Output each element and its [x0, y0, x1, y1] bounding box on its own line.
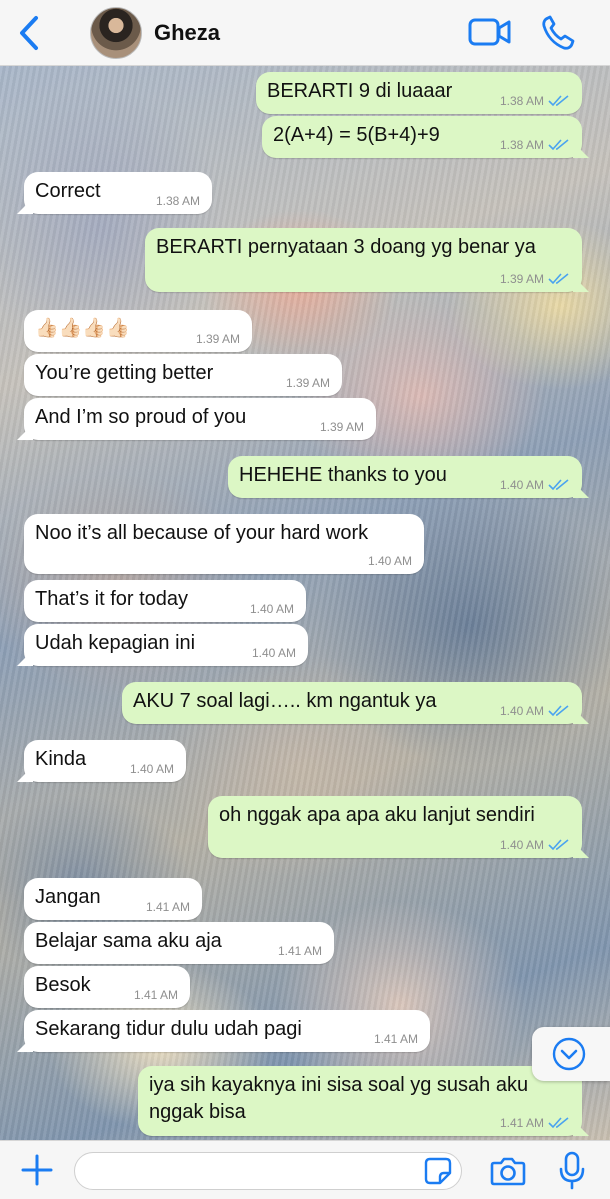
chevron-left-icon — [20, 16, 38, 50]
message-text: oh nggak apa apa aku lanjut sendiri — [219, 804, 535, 826]
message-bubble-outgoing[interactable]: BERARTI pernyataan 3 doang yg benar ya 1… — [145, 228, 582, 292]
read-receipt-icon — [548, 273, 569, 285]
message-time: 1.38 AM — [499, 94, 544, 108]
message-time: 1.39 AM — [319, 420, 364, 434]
message-text: Kinda — [35, 748, 87, 770]
message-bubble-incoming[interactable]: Besok 1.41 AM — [24, 966, 190, 1008]
message-bubble-incoming[interactable]: Kinda 1.40 AM — [24, 740, 186, 782]
chat-background[interactable]: BERARTI 9 di luaaar 1.38 AM 2(A+4) = 5(B… — [0, 66, 610, 1140]
message-text: Sekarang tidur dulu udah pagi — [35, 1018, 302, 1040]
message-text: Jangan — [35, 886, 101, 908]
plus-icon — [21, 1154, 53, 1186]
message-time: 1.41 AM — [277, 944, 322, 958]
message-time: 1.41 AM — [133, 988, 178, 1002]
message-bubble-incoming[interactable]: 👍🏻👍🏻👍🏻👍🏻 1.39 AM — [24, 310, 252, 352]
read-receipt-icon — [548, 139, 569, 151]
contact-name[interactable]: Gheza — [154, 20, 220, 46]
message-text: Noo it’s all because of your hard work — [35, 522, 369, 544]
message-text: 👍🏻👍🏻👍🏻👍🏻 — [35, 318, 130, 339]
message-bubble-outgoing[interactable]: AKU 7 soal lagi….. km ngantuk ya 1.40 AM — [122, 682, 582, 724]
read-receipt-icon — [548, 839, 569, 851]
message-bubble-incoming[interactable]: Sekarang tidur dulu udah pagi 1.41 AM — [24, 1010, 430, 1052]
message-text: That’s it for today — [35, 588, 189, 610]
message-text: AKU 7 soal lagi….. km ngantuk ya — [133, 690, 437, 712]
message-text: HEHEHE thanks to you — [239, 464, 447, 486]
message-time: 1.40 AM — [129, 762, 174, 776]
message-time: 1.38 AM — [499, 138, 544, 152]
message-bubble-incoming[interactable]: Correct 1.38 AM — [24, 172, 212, 214]
video-call-button[interactable] — [468, 16, 512, 48]
camera-icon — [490, 1157, 526, 1186]
message-bubble-outgoing[interactable]: iya sih kayaknya ini sisa soal yg susah … — [138, 1066, 582, 1136]
sticker-icon — [424, 1157, 452, 1185]
message-time: 1.41 AM — [145, 900, 190, 914]
voice-call-button[interactable] — [540, 14, 576, 52]
message-bubble-outgoing[interactable]: 2(A+4) = 5(B+4)+9 1.38 AM — [262, 116, 582, 158]
read-receipt-icon — [548, 95, 569, 107]
message-bubble-incoming[interactable]: That’s it for today 1.40 AM — [24, 580, 306, 622]
message-bubble-outgoing[interactable]: HEHEHE thanks to you 1.40 AM — [228, 456, 582, 498]
message-text: Belajar sama aku aja — [35, 930, 222, 952]
chat-header: Gheza — [0, 0, 610, 66]
message-bubble-incoming[interactable]: Udah kepagian ini 1.40 AM — [24, 624, 308, 666]
contact-avatar[interactable] — [90, 7, 142, 59]
message-input[interactable] — [74, 1152, 462, 1190]
message-text: And I’m so proud of you — [35, 406, 247, 428]
video-camera-icon — [468, 18, 511, 46]
message-time: 1.40 AM — [499, 478, 544, 492]
phone-icon — [542, 15, 575, 50]
message-bubble-incoming[interactable]: Jangan 1.41 AM — [24, 878, 202, 920]
message-input-bar — [0, 1140, 610, 1199]
message-time: 1.40 AM — [367, 554, 412, 568]
scroll-to-bottom-button[interactable] — [532, 1027, 610, 1081]
message-time: 1.40 AM — [251, 646, 296, 660]
attach-button[interactable] — [20, 1153, 54, 1187]
message-bubble-incoming[interactable]: Belajar sama aku aja 1.41 AM — [24, 922, 334, 964]
message-text: Udah kepagian ini — [35, 632, 196, 654]
message-text: BERARTI 9 di luaaar — [267, 80, 453, 102]
read-receipt-icon — [548, 705, 569, 717]
message-bubble-incoming[interactable]: And I’m so proud of you 1.39 AM — [24, 398, 376, 440]
message-bubble-incoming[interactable]: Noo it’s all because of your hard work 1… — [24, 514, 424, 574]
message-time: 1.39 AM — [499, 272, 544, 286]
chevron-down-circle-icon — [552, 1037, 586, 1071]
message-text: 2(A+4) = 5(B+4)+9 — [273, 124, 440, 146]
message-bubble-incoming[interactable]: You’re getting better 1.39 AM — [24, 354, 342, 396]
message-time: 1.41 AM — [499, 1116, 544, 1130]
read-receipt-icon — [548, 479, 569, 491]
message-text: You’re getting better — [35, 362, 214, 384]
message-time: 1.40 AM — [499, 704, 544, 718]
message-text: BERARTI pernyataan 3 doang yg benar ya — [156, 236, 536, 258]
message-text: Correct — [35, 180, 101, 202]
message-time: 1.40 AM — [499, 838, 544, 852]
voice-message-button[interactable] — [558, 1151, 586, 1191]
message-bubble-outgoing[interactable]: BERARTI 9 di luaaar 1.38 AM — [256, 72, 582, 114]
back-button[interactable] — [14, 14, 46, 52]
message-time: 1.40 AM — [249, 602, 294, 616]
camera-button[interactable] — [490, 1155, 526, 1187]
sticker-button[interactable] — [424, 1157, 452, 1185]
read-receipt-icon — [548, 1117, 569, 1129]
message-bubble-outgoing[interactable]: oh nggak apa apa aku lanjut sendiri 1.40… — [208, 796, 582, 858]
microphone-icon — [559, 1151, 585, 1190]
message-text: Besok — [35, 974, 91, 996]
message-time: 1.39 AM — [195, 332, 240, 346]
message-time: 1.39 AM — [285, 376, 330, 390]
message-time: 1.38 AM — [155, 194, 200, 208]
message-time: 1.41 AM — [373, 1032, 418, 1046]
